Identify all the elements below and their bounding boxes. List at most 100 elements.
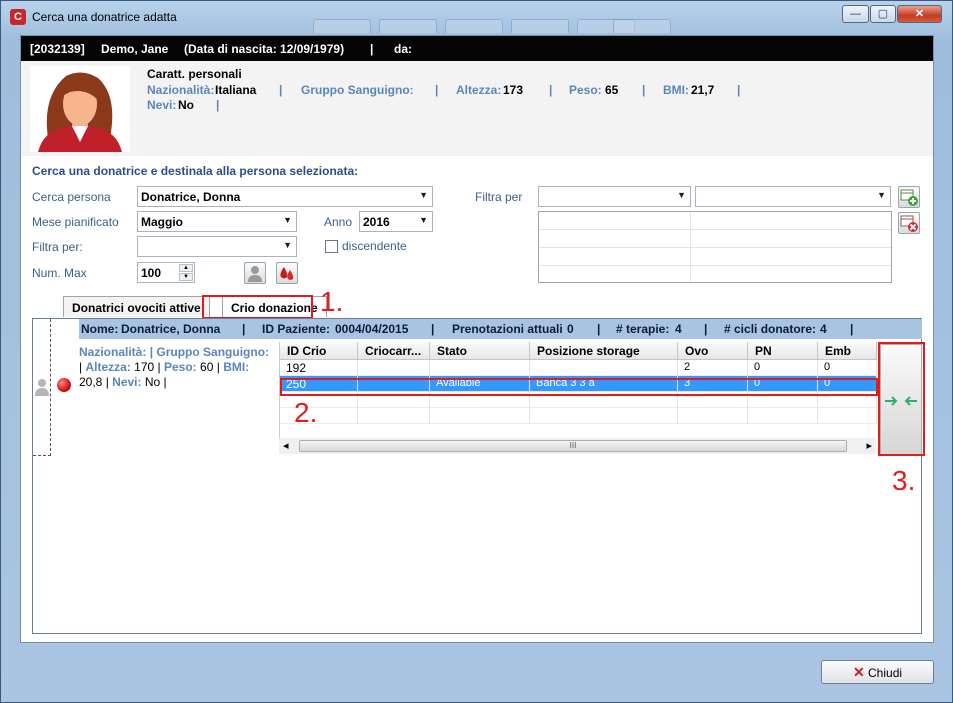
stepper-down-icon[interactable]: ▼ (179, 273, 193, 281)
personal-title: Caratt. personali (147, 67, 242, 81)
client-area: [2032139] Demo, Jane (Data di nascita: 1… (20, 35, 934, 643)
tab-donatrici-ovociti[interactable]: Donatrici ovociti attive (63, 296, 210, 317)
id-paziente-label: ID Paziente: (262, 322, 331, 336)
separator: | (79, 360, 83, 374)
chevron-down-icon[interactable]: ▼ (877, 190, 886, 200)
separator: | (163, 375, 167, 389)
annotation-label-2: 2. (294, 397, 318, 428)
bmi-label: BMI: (663, 83, 689, 97)
column-header-posizione[interactable]: Posizione storage (530, 342, 678, 360)
prenotazioni-label: Prenotazioni attuali (452, 322, 563, 336)
column-header-pn[interactable]: PN (748, 342, 818, 360)
annotation-box-2 (280, 378, 878, 396)
mese-label: Mese pianificato (32, 215, 119, 229)
annotation-label-3: 3. (892, 465, 916, 496)
bmi-value: 21,7 (691, 83, 715, 97)
nome-value: Donatrice, Donna (121, 322, 221, 336)
minimize-button[interactable]: — (842, 5, 869, 23)
peso-value: 65 (605, 83, 619, 97)
table-cell: 2 (678, 360, 748, 376)
anno-combo[interactable]: 2016 ▼ (359, 211, 433, 232)
altezza-value: 173 (503, 83, 524, 97)
nevi-value: No (178, 98, 194, 112)
chevron-down-icon[interactable]: ▼ (677, 190, 686, 200)
column-header-emb[interactable]: Emb (818, 342, 877, 360)
prenotazioni-value: 0 (567, 322, 574, 336)
title-bar: C Cerca una donatrice adatta — ▢ ✕ (1, 1, 952, 33)
chevron-down-icon[interactable]: ▼ (283, 215, 292, 225)
separator: | (549, 83, 553, 97)
scroll-left-icon[interactable]: ◂ (283, 439, 289, 452)
column-header-stato[interactable]: Stato (430, 342, 530, 360)
separator: | (850, 322, 854, 336)
blood-drops-button[interactable] (276, 262, 298, 284)
close-window-button[interactable]: ✕ (897, 5, 942, 23)
add-row-icon (900, 189, 918, 206)
anno-label: Anno (324, 215, 353, 229)
add-filter-button[interactable] (898, 186, 920, 208)
table-cell: 0 (818, 360, 877, 376)
donor-bmi-value: 20,8 (79, 375, 103, 389)
peso-label: Peso: (569, 83, 602, 97)
donor-silhouette-icon (35, 379, 49, 396)
filter-grid[interactable] (538, 211, 892, 283)
background-tab (379, 19, 437, 33)
status-red-dot-icon (57, 378, 71, 392)
remove-filter-button[interactable] (898, 212, 920, 234)
background-tab (511, 19, 569, 33)
id-paziente-value: 0004/04/2015 (335, 322, 409, 336)
cicli-label: # cicli donatore: (724, 322, 817, 336)
cerca-persona-value: Donatrice, Donna (141, 190, 241, 204)
chiudi-button[interactable]: ✕ Chiudi (821, 660, 934, 684)
donor-nazionalita-label: Nazionalità: (79, 345, 147, 359)
annotation-box-3 (878, 342, 925, 456)
maximize-button[interactable]: ▢ (870, 5, 896, 23)
chevron-down-icon[interactable]: ▼ (419, 215, 428, 225)
chevron-down-icon[interactable]: ▼ (419, 190, 428, 200)
patient-birthdate: (Data di nascita: 12/09/1979) (184, 42, 345, 56)
table-cell (530, 360, 678, 376)
donor-nevi-label: Nevi: (112, 375, 142, 389)
separator: | (642, 83, 646, 97)
stepper-up-icon[interactable]: ▲ (179, 264, 193, 272)
separator: | (157, 360, 161, 374)
filtra-per-combo-1[interactable]: ▼ (538, 186, 691, 207)
background-tab (445, 19, 503, 33)
num-max-value: 100 (141, 266, 162, 280)
table-cell (430, 360, 530, 376)
num-max-stepper[interactable]: 100 ▲ ▼ (137, 262, 195, 283)
donor-gruppo-label: Gruppo Sanguigno: (156, 345, 270, 359)
donor-peso-label: Peso: (164, 360, 197, 374)
separator: | (242, 322, 246, 336)
separator: | (597, 322, 601, 336)
scroll-right-icon[interactable]: ▸ (866, 439, 872, 452)
annotation-label-1: 1. (320, 286, 344, 317)
separator: | (370, 42, 374, 56)
separator: | (216, 98, 220, 112)
cerca-persona-combo[interactable]: Donatrice, Donna ▼ (137, 186, 433, 207)
patient-id: [2032139] (30, 42, 85, 56)
close-icon: ✕ (852, 664, 865, 680)
table-cell: 192 (280, 360, 358, 376)
patient-name: Demo, Jane (101, 42, 169, 56)
donor-altezza-label: Altezza: (85, 360, 131, 374)
column-header-criocarrier[interactable]: Criocarr... (358, 342, 430, 360)
chiudi-label: Chiudi (868, 666, 903, 680)
altezza-label: Altezza: (456, 83, 502, 97)
filtra-per-combo-2[interactable]: ▼ (695, 186, 891, 207)
background-tab (313, 19, 371, 33)
horizontal-scrollbar[interactable]: ◂ III ▸ (279, 438, 876, 454)
nevi-label: Nevi: (147, 98, 177, 112)
scroll-thumb[interactable]: III (299, 440, 847, 452)
separator: | (279, 83, 283, 97)
mese-combo[interactable]: Maggio ▼ (137, 211, 297, 232)
patient-header-bar: [2032139] Demo, Jane (Data di nascita: 1… (21, 36, 933, 61)
column-header-ovo[interactable]: Ovo (678, 342, 748, 360)
column-header-id-crio[interactable]: ID Crio (280, 342, 358, 360)
anno-value: 2016 (363, 215, 390, 229)
filtra-combo[interactable]: ▼ (137, 236, 297, 257)
person-silhouette-button[interactable] (244, 262, 266, 284)
blood-drop-icon (280, 267, 294, 280)
chevron-down-icon[interactable]: ▼ (283, 240, 292, 250)
discendente-checkbox[interactable] (325, 240, 338, 253)
